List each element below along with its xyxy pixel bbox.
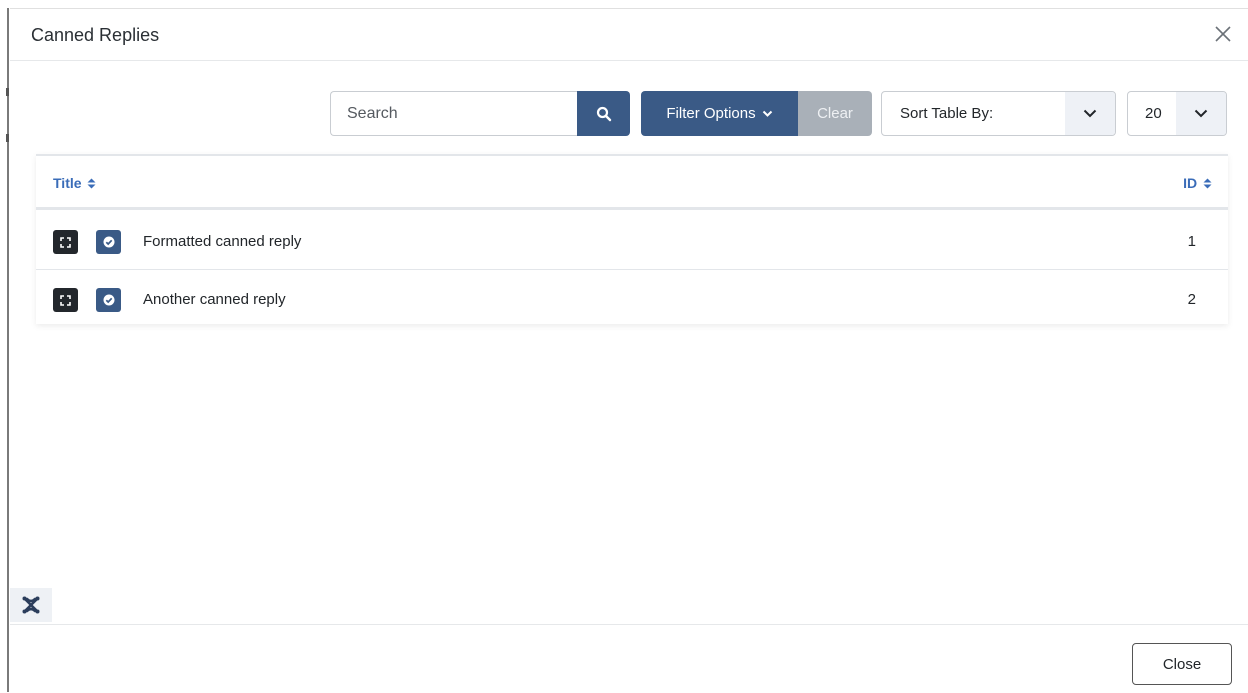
preview-button[interactable] <box>53 230 78 254</box>
row-title[interactable]: Another canned reply <box>143 291 286 308</box>
row-id: 2 <box>1187 291 1196 308</box>
chevron-down-icon <box>762 110 772 117</box>
filter-options-button[interactable]: Filter Options <box>641 91 798 136</box>
background-window-edge <box>0 0 10 692</box>
search-button[interactable] <box>577 91 630 136</box>
modal-footer: Close <box>10 624 1248 693</box>
chevron-down-icon <box>1194 109 1208 118</box>
row-id: 1 <box>1187 233 1196 250</box>
close-icon[interactable] <box>1210 21 1236 47</box>
filter-options-label: Filter Options <box>666 105 756 122</box>
expand-icon <box>60 294 71 306</box>
list-limit-value: 20 <box>1145 105 1162 122</box>
column-header-title[interactable]: Title <box>53 175 96 191</box>
expand-icon <box>60 236 71 248</box>
table-row: Another canned reply 2 <box>36 271 1228 328</box>
sort-icon <box>1203 178 1212 189</box>
joomla-logo-icon[interactable] <box>10 588 52 622</box>
modal-title: Canned Replies <box>31 25 160 45</box>
canned-replies-modal: Canned Replies Filter Options Clear Sort… <box>10 8 1248 692</box>
window-edge-line <box>7 8 9 692</box>
chevron-down-icon <box>1083 109 1097 118</box>
sort-table-select[interactable]: Sort Table By: <box>881 91 1116 136</box>
preview-button[interactable] <box>53 288 78 312</box>
check-circle-icon <box>103 294 114 306</box>
modal-header: Canned Replies <box>10 9 1248 61</box>
column-header-id-label: ID <box>1183 175 1198 191</box>
limit-dropdown-toggle[interactable] <box>1176 92 1226 135</box>
sort-dropdown-toggle[interactable] <box>1065 92 1115 135</box>
column-header-id[interactable]: ID <box>1183 175 1212 191</box>
insert-button[interactable] <box>96 230 121 254</box>
clear-button[interactable]: Clear <box>798 91 872 136</box>
close-button[interactable]: Close <box>1132 643 1232 685</box>
sort-table-label: Sort Table By: <box>900 105 994 122</box>
search-icon <box>596 106 611 121</box>
table-row: Formatted canned reply 1 <box>36 213 1228 270</box>
table-header: Title ID <box>36 156 1228 210</box>
edge-fragment <box>6 134 9 142</box>
column-header-title-label: Title <box>53 175 82 191</box>
sort-icon <box>87 178 96 189</box>
insert-button[interactable] <box>96 288 121 312</box>
search-input[interactable] <box>330 91 578 136</box>
edge-fragment <box>6 88 9 96</box>
check-circle-icon <box>103 236 114 248</box>
list-limit-select[interactable]: 20 <box>1127 91 1227 136</box>
row-title[interactable]: Formatted canned reply <box>143 233 301 250</box>
canned-replies-table: Title ID Formatted canned reply 1 Anothe… <box>36 154 1228 324</box>
